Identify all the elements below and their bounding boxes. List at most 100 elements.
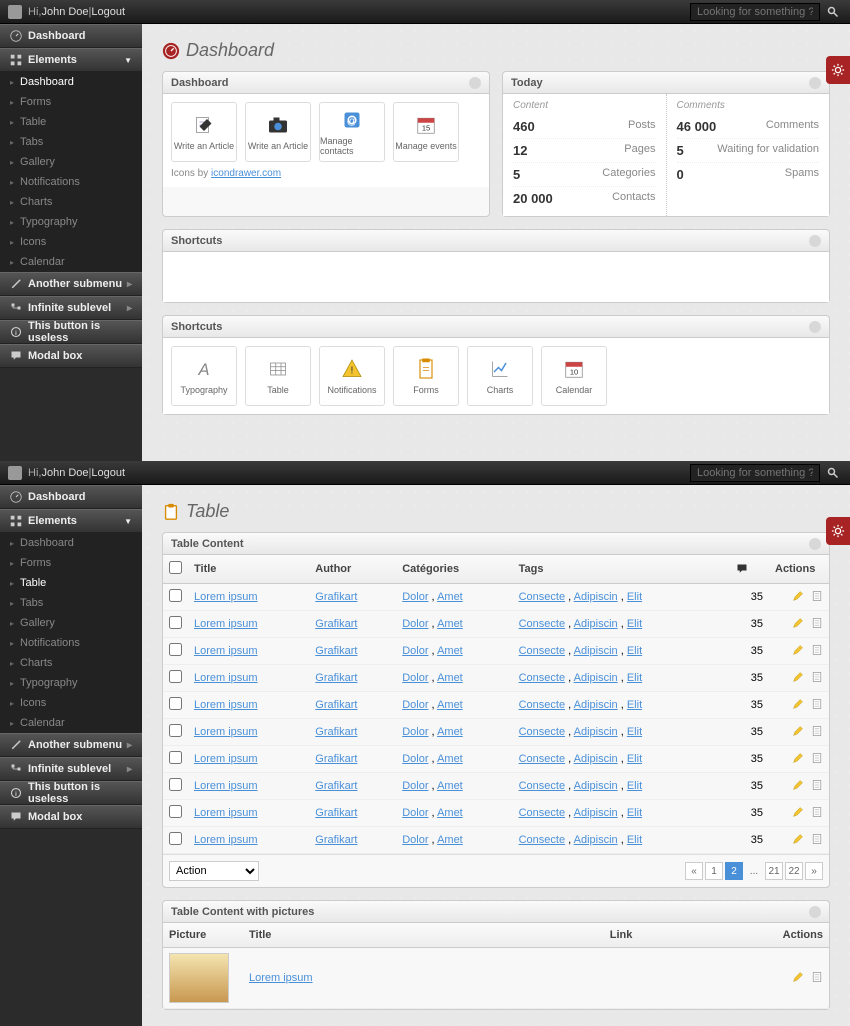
nav-item-gallery[interactable]: Gallery (0, 613, 142, 633)
tag-link[interactable]: Elit (627, 672, 642, 684)
nav-item-notifications[interactable]: Notifications (0, 633, 142, 653)
page-icon[interactable] (811, 725, 823, 737)
cat-link[interactable]: Amet (437, 645, 463, 657)
shortcut-notifications[interactable]: ! Notifications (319, 346, 385, 406)
cat-link[interactable]: Dolor (402, 753, 428, 765)
page-icon[interactable] (811, 752, 823, 764)
row-author-link[interactable]: Grafikart (315, 699, 357, 711)
cat-link[interactable]: Dolor (402, 807, 428, 819)
cat-link[interactable]: Dolor (402, 591, 428, 603)
tag-link[interactable]: Adipiscin (574, 726, 618, 738)
tag-link[interactable]: Elit (627, 726, 642, 738)
edit-icon[interactable] (792, 644, 804, 656)
edit-icon[interactable] (792, 590, 804, 602)
nav-another-submenu[interactable]: Another submenu (0, 733, 142, 757)
icondrawer-link[interactable]: icondrawer.com (211, 168, 281, 179)
nav-dashboard[interactable]: Dashboard (0, 24, 142, 48)
row-title-link[interactable]: Lorem ipsum (194, 753, 258, 765)
row-checkbox[interactable] (169, 778, 182, 791)
nav-item-gallery[interactable]: Gallery (0, 152, 142, 172)
tag-link[interactable]: Consecte (519, 834, 565, 846)
cat-link[interactable]: Dolor (402, 699, 428, 711)
nav-item-notifications[interactable]: Notifications (0, 172, 142, 192)
row-title-link[interactable]: Lorem ipsum (194, 807, 258, 819)
row-author-link[interactable]: Grafikart (315, 618, 357, 630)
nav-elements[interactable]: Elements (0, 509, 142, 533)
row-author-link[interactable]: Grafikart (315, 834, 357, 846)
cat-link[interactable]: Amet (437, 591, 463, 603)
edit-icon[interactable] (792, 671, 804, 683)
tag-link[interactable]: Elit (627, 753, 642, 765)
tag-link[interactable]: Adipiscin (574, 753, 618, 765)
tag-link[interactable]: Adipiscin (574, 672, 618, 684)
nav-item-table[interactable]: Table (0, 112, 142, 132)
cat-link[interactable]: Amet (437, 726, 463, 738)
tag-link[interactable]: Consecte (519, 807, 565, 819)
shortcut-forms[interactable]: Forms (393, 346, 459, 406)
tag-link[interactable]: Adipiscin (574, 618, 618, 630)
row-checkbox[interactable] (169, 697, 182, 710)
cat-link[interactable]: Amet (437, 753, 463, 765)
nav-item-forms[interactable]: Forms (0, 553, 142, 573)
cat-link[interactable]: Amet (437, 807, 463, 819)
page-»[interactable]: » (805, 862, 823, 880)
row-title-link[interactable]: Lorem ipsum (194, 780, 258, 792)
col-author[interactable]: Author (309, 555, 396, 584)
tag-link[interactable]: Adipiscin (574, 699, 618, 711)
nav-item-dashboard[interactable]: Dashboard (0, 72, 142, 92)
page-«[interactable]: « (685, 862, 703, 880)
cat-link[interactable]: Amet (437, 780, 463, 792)
nav-infinite-sublevel[interactable]: Infinite sublevel (0, 296, 142, 320)
row-author-link[interactable]: Grafikart (315, 807, 357, 819)
shortcut-charts[interactable]: Charts (467, 346, 533, 406)
nav-modal-box[interactable]: Modal box (0, 805, 142, 829)
search-input[interactable] (690, 3, 820, 21)
page-21[interactable]: 21 (765, 862, 783, 880)
logout-link[interactable]: Logout (91, 6, 125, 18)
shortcut-table[interactable]: Table (245, 346, 311, 406)
page-icon[interactable] (811, 779, 823, 791)
logout-link[interactable]: Logout (91, 467, 125, 479)
shortcut-write-an-article[interactable]: Write an Article (171, 102, 237, 162)
page-1[interactable]: 1 (705, 862, 723, 880)
edit-icon[interactable] (792, 752, 804, 764)
tag-link[interactable]: Consecte (519, 618, 565, 630)
nav-item-icons[interactable]: Icons (0, 232, 142, 252)
row-title-link[interactable]: Lorem ipsum (194, 726, 258, 738)
nav-item-charts[interactable]: Charts (0, 192, 142, 212)
tag-link[interactable]: Elit (627, 834, 642, 846)
nav-item-tabs[interactable]: Tabs (0, 132, 142, 152)
bulk-action-select[interactable]: Action (169, 861, 259, 881)
nav-another-submenu[interactable]: Another submenu (0, 272, 142, 296)
row-author-link[interactable]: Grafikart (315, 753, 357, 765)
search-button[interactable] (824, 3, 842, 21)
cat-link[interactable]: Amet (437, 834, 463, 846)
tag-link[interactable]: Consecte (519, 726, 565, 738)
nav-item-calendar[interactable]: Calendar (0, 252, 142, 272)
row-title-link[interactable]: Lorem ipsum (194, 672, 258, 684)
tag-link[interactable]: Elit (627, 807, 642, 819)
tag-link[interactable]: Consecte (519, 699, 565, 711)
nav-item-charts[interactable]: Charts (0, 653, 142, 673)
edit-icon[interactable] (792, 698, 804, 710)
tag-link[interactable]: Adipiscin (574, 780, 618, 792)
search-input[interactable] (690, 464, 820, 482)
row-title-link[interactable]: Lorem ipsum (194, 699, 258, 711)
cat-link[interactable]: Dolor (402, 726, 428, 738)
row-author-link[interactable]: Grafikart (315, 591, 357, 603)
page-icon[interactable] (811, 617, 823, 629)
row-checkbox[interactable] (169, 724, 182, 737)
row-author-link[interactable]: Grafikart (315, 672, 357, 684)
edit-icon[interactable] (792, 971, 804, 983)
row-author-link[interactable]: Grafikart (315, 645, 357, 657)
nav-elements[interactable]: Elements (0, 48, 142, 72)
col-tags[interactable]: Tags (513, 555, 730, 584)
shortcut-manage-events[interactable]: 15 Manage events (393, 102, 459, 162)
row-checkbox[interactable] (169, 670, 182, 683)
row-title-link[interactable]: Lorem ipsum (194, 834, 258, 846)
tag-link[interactable]: Consecte (519, 645, 565, 657)
edit-icon[interactable] (792, 779, 804, 791)
nav-dashboard[interactable]: Dashboard (0, 485, 142, 509)
tag-link[interactable]: Adipiscin (574, 807, 618, 819)
col-title[interactable]: Title (188, 555, 309, 584)
